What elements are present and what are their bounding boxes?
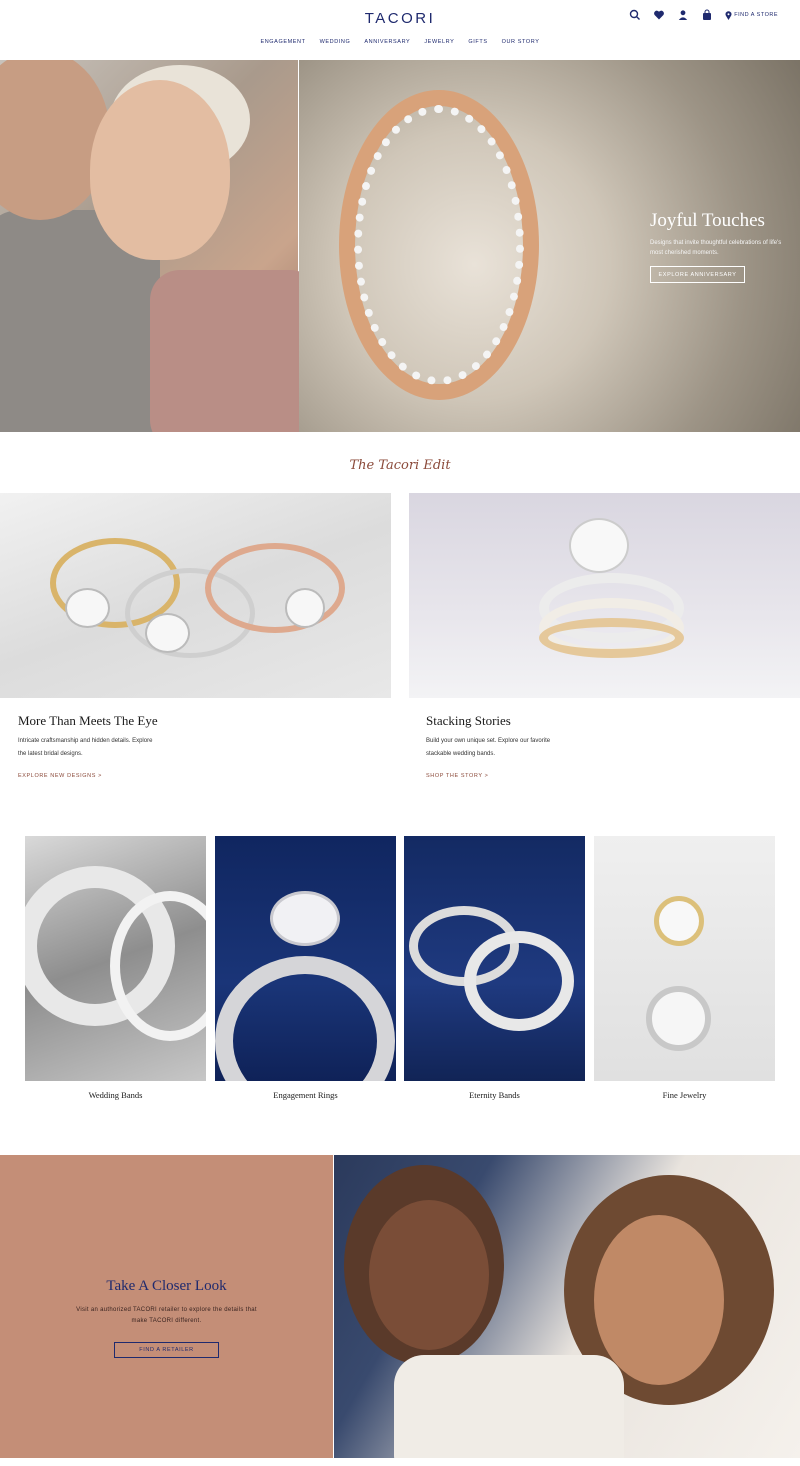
category-engagement-rings-photo[interactable] [215, 836, 396, 1081]
nav-gifts[interactable]: GIFTS [468, 39, 487, 45]
card-title-stacking-stories: Stacking Stories [426, 713, 511, 728]
find-store-label: FIND A STORE [734, 12, 778, 18]
search-icon[interactable] [629, 9, 641, 21]
hero-title: Joyful Touches [650, 210, 765, 231]
card-desc-stacking-stories: Build your own unique set. Explore our f… [426, 738, 551, 757]
nav-engagement[interactable]: ENGAGEMENT [260, 39, 305, 45]
stacking-rings-photo[interactable] [409, 493, 800, 698]
main-nav: ENGAGEMENT WEDDING ANNIVERSARY JEWELRY G… [0, 39, 800, 45]
location-pin-icon [725, 10, 732, 20]
hero-copy: Joyful Touches Designs that invite thoug… [650, 210, 800, 283]
explore-new-designs-link[interactable]: EXPLORE NEW DESIGNS > [18, 773, 102, 779]
couple-photo [334, 1155, 800, 1458]
find-store-link[interactable]: FIND A STORE [725, 10, 778, 20]
bridal-rings-photo[interactable] [0, 493, 391, 698]
nav-anniversary[interactable]: ANNIVERSARY [364, 39, 410, 45]
closer-look-title: Take A Closer Look [106, 1278, 227, 1294]
site-header: TACORI FIND A STORE ENGAGEMENT WEDDING A… [0, 0, 800, 60]
bag-icon[interactable] [701, 9, 713, 21]
category-label-fine-jewelry[interactable]: Fine Jewelry [594, 1090, 775, 1100]
hero-subtitle: Designs that invite thoughtful celebrati… [650, 240, 782, 256]
edit-section-title: The Tacori Edit [349, 458, 451, 473]
category-fine-jewelry-photo[interactable] [594, 836, 775, 1081]
hero-couple-photo [0, 60, 320, 432]
find-retailer-button[interactable]: FIND A RETAILER [114, 1342, 219, 1358]
category-wedding-bands-photo[interactable] [25, 836, 206, 1081]
nav-wedding[interactable]: WEDDING [320, 39, 351, 45]
card-title-more-than-meets: More Than Meets The Eye [18, 713, 158, 728]
explore-anniversary-button[interactable]: EXPLORE ANNIVERSARY [650, 266, 745, 283]
shop-the-story-link[interactable]: SHOP THE STORY > [426, 773, 488, 779]
card-desc-more-than-meets: Intricate craftsmanship and hidden detai… [18, 738, 153, 757]
account-icon[interactable] [677, 9, 689, 21]
category-label-wedding-bands[interactable]: Wedding Bands [25, 1090, 206, 1100]
nav-jewelry[interactable]: JEWELRY [424, 39, 454, 45]
category-label-eternity-bands[interactable]: Eternity Bands [404, 1090, 585, 1100]
closer-look-desc: Visit an authorized TACORI retailer to e… [76, 1307, 257, 1324]
category-label-engagement-rings[interactable]: Engagement Rings [215, 1090, 396, 1100]
utility-icons: FIND A STORE [629, 9, 778, 21]
heart-icon[interactable] [653, 9, 665, 21]
category-eternity-bands-photo[interactable] [404, 836, 585, 1081]
nav-our-story[interactable]: OUR STORY [502, 39, 540, 45]
